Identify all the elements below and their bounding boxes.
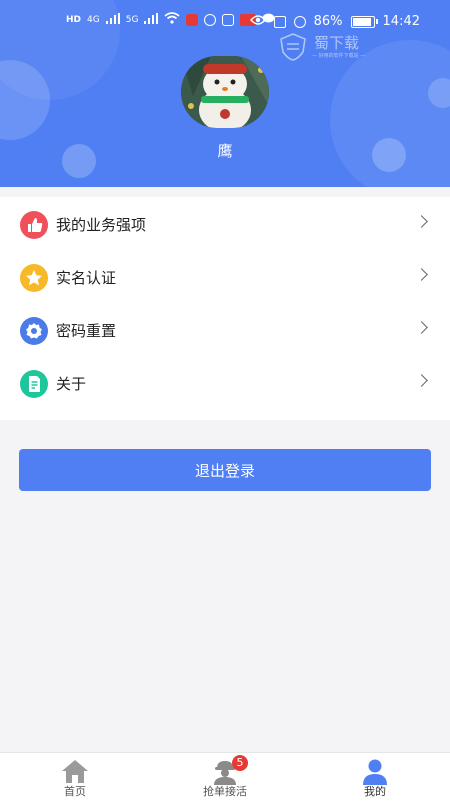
- menu-item-business-strengths[interactable]: 我的业务强项: [0, 198, 450, 250]
- signal-icon: [105, 12, 120, 27]
- document-icon: [20, 370, 48, 398]
- network-4g-label: 4G: [87, 14, 100, 25]
- watermark-subtitle: — 好用的软件下载站 —: [312, 53, 366, 59]
- home-icon: [60, 757, 90, 785]
- app-notification-icon-2: [204, 13, 217, 26]
- network-5g-label: 5G: [125, 14, 139, 25]
- username: 鹰: [217, 142, 233, 160]
- menu-item-label: 我的业务强项: [56, 216, 147, 234]
- tab-label: 首页: [64, 785, 86, 798]
- watermark-title: 蜀下载: [314, 34, 360, 52]
- tab-label: 抢单接活: [203, 785, 247, 798]
- alarm-icon: [293, 15, 306, 28]
- tab-label: 我的: [364, 785, 386, 798]
- menu-item-about[interactable]: 关于: [0, 357, 450, 409]
- hd-label: HD: [66, 14, 82, 25]
- eye-icon: [249, 14, 266, 29]
- chevron-right-icon: [415, 321, 428, 334]
- signal-icon-2: [144, 12, 159, 27]
- menu-item-real-name-verification[interactable]: 实名认证: [0, 251, 450, 303]
- bottom-tab-bar: 首页 5 抢单接活 我的: [0, 752, 450, 801]
- order-count-badge: 5: [232, 755, 248, 771]
- star-icon: [20, 264, 48, 292]
- battery-level: [352, 17, 372, 26]
- menu-item-label: 实名认证: [56, 269, 117, 287]
- watermark: 蜀下载 — 好用的软件下载站 —: [276, 30, 376, 64]
- clock: 14:42: [382, 14, 420, 29]
- gear-icon: [20, 317, 48, 345]
- battery-percent: 86%: [313, 14, 343, 29]
- nfc-icon: [273, 15, 286, 28]
- tab-mine[interactable]: 我的: [300, 753, 450, 801]
- logout-button[interactable]: 退出登录: [19, 449, 431, 491]
- menu-list: 我的业务强项 实名认证 密码重置 关于: [0, 197, 450, 420]
- shield-icon: [280, 33, 306, 61]
- tab-grab-orders[interactable]: 5 抢单接活: [150, 753, 300, 801]
- chevron-right-icon: [415, 268, 428, 281]
- menu-item-password-reset[interactable]: 密码重置: [0, 304, 450, 356]
- app-notification-icon-3: [222, 13, 235, 26]
- status-bar: HD 4G 5G 86% 14:42: [0, 0, 450, 44]
- chevron-right-icon: [415, 215, 428, 228]
- menu-item-label: 关于: [56, 375, 87, 393]
- user-icon: [360, 757, 390, 785]
- thumbs-up-icon: [20, 211, 48, 239]
- battery-icon: [350, 15, 378, 28]
- wifi-icon: [164, 12, 180, 27]
- status-right: 86% 14:42: [249, 14, 420, 29]
- tab-home[interactable]: 首页: [0, 753, 150, 801]
- status-left: HD 4G 5G: [66, 12, 275, 27]
- chevron-right-icon: [415, 374, 428, 387]
- profile-header: HD 4G 5G 86% 14:42 蜀下载 — 好用的软件下载站 — 鹰: [0, 0, 450, 187]
- menu-item-label: 密码重置: [56, 322, 117, 340]
- avatar[interactable]: [181, 56, 269, 128]
- app-notification-icon: [186, 13, 199, 26]
